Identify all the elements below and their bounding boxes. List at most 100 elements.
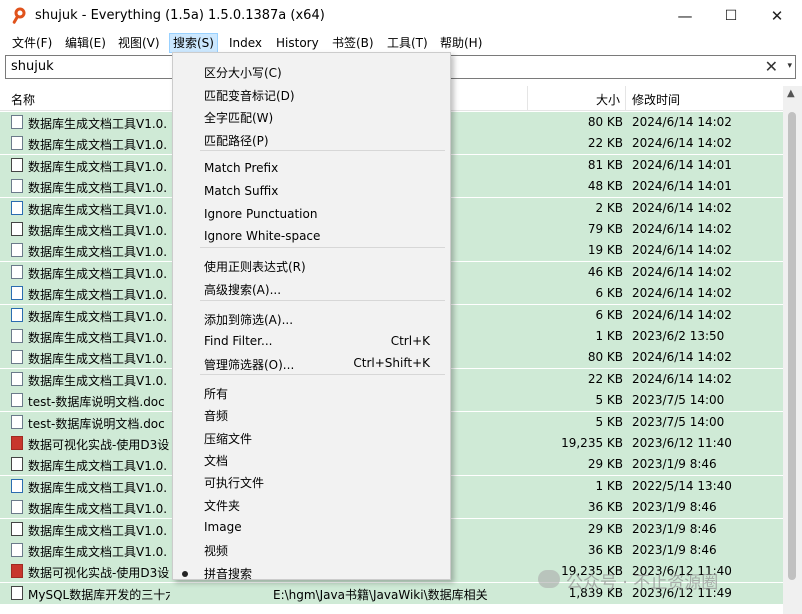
file-date: 2023/7/5 14:00	[632, 393, 725, 408]
file-size: 5 KB	[595, 393, 623, 408]
file-date: 2022/5/14 13:40	[632, 478, 732, 493]
search-menu-item[interactable]: 可执行文件	[204, 474, 264, 491]
menu-edit[interactable]: 编辑(E)	[62, 34, 109, 52]
column-date-header[interactable]: 修改时间	[632, 91, 680, 108]
file-name: 数据库生成文档工具V1.0.	[28, 159, 168, 174]
menu-shortcut: Ctrl+Shift+K	[353, 356, 430, 370]
lnk-file-icon	[11, 200, 23, 215]
search-menu-item[interactable]: 匹配变音标记(D)	[204, 87, 295, 104]
file-name: 数据库生成文档工具V1.0.	[28, 138, 168, 153]
search-menu-item[interactable]: 文件夹	[204, 497, 240, 514]
column-divider[interactable]	[625, 86, 626, 110]
menu-separator	[200, 374, 445, 375]
file-date: 2024/6/14 14:02	[632, 115, 732, 129]
search-history-dropdown-icon[interactable]: ▾	[787, 61, 792, 71]
menu-help[interactable]: 帮助(H)	[437, 34, 485, 52]
close-button[interactable]: ✕	[754, 0, 800, 32]
maximize-button[interactable]: ☐	[708, 0, 754, 32]
search-menu-item[interactable]: 视频	[204, 542, 228, 559]
search-menu-item[interactable]: 所有	[204, 385, 228, 402]
menu-shortcut: Ctrl+K	[390, 334, 430, 348]
menu-tools[interactable]: 工具(T)	[384, 34, 431, 52]
search-menu-item[interactable]: 全字匹配(W)	[204, 109, 273, 126]
exe-file-icon	[11, 521, 23, 536]
doc-file-icon	[11, 329, 23, 343]
search-menu-item[interactable]: 文档	[204, 452, 228, 469]
search-menu-item[interactable]: 区分大小写(C)	[204, 64, 282, 81]
column-name-header[interactable]: 名称	[11, 91, 35, 108]
file-name: 数据库生成文档工具V1.0.	[28, 202, 168, 217]
file-name: 数据库生成文档工具V1.0.	[28, 331, 168, 345]
file-name: 数据库生成文档工具V1.0.	[28, 181, 168, 196]
search-menu-item[interactable]: Match Suffix	[204, 184, 278, 198]
search-menu-item[interactable]: Ignore Punctuation	[204, 207, 317, 221]
search-menu-item[interactable]: 拼音搜索	[204, 565, 252, 582]
lnk-file-icon	[11, 478, 23, 493]
search-menu-item[interactable]: 音频	[204, 407, 228, 424]
file-path: E:\hgm\Java书籍\JavaWiki\数据库相关	[273, 587, 488, 602]
scroll-up-icon[interactable]: ▲	[787, 88, 795, 99]
search-menu-item[interactable]: 高级搜索(A)...	[204, 281, 281, 298]
file-date: 2023/1/9 8:46	[632, 521, 717, 536]
scrollbar-thumb[interactable]	[788, 112, 796, 580]
search-menu-item[interactable]: 压缩文件	[204, 430, 252, 447]
file-name: 数据库生成文档工具V1.0.	[28, 480, 168, 495]
file-date: 2024/6/14 14:02	[632, 200, 732, 215]
file-date: 2024/6/14 14:02	[632, 350, 732, 365]
doc-file-icon	[11, 543, 23, 557]
column-divider[interactable]	[527, 86, 528, 110]
title-bar: shujuk - Everything (1.5a) 1.5.0.1387a (…	[0, 0, 802, 32]
file-date: 2024/6/14 14:02	[632, 286, 732, 301]
doc-file-icon	[11, 414, 23, 429]
doc-file-icon	[11, 500, 23, 515]
file-date: 2024/6/14 14:02	[632, 136, 732, 151]
file-size: 46 KB	[587, 264, 623, 279]
file-name: 数据可视化实战-使用D3设	[28, 566, 170, 581]
menu-view[interactable]: 视图(V)	[115, 34, 163, 52]
menu-file[interactable]: 文件(F)	[9, 34, 55, 52]
minimize-button[interactable]: —	[662, 0, 708, 32]
doc-file-icon	[11, 350, 23, 365]
search-menu-item[interactable]: Match Prefix	[204, 161, 278, 175]
file-size: 22 KB	[587, 371, 623, 386]
file-date: 2023/6/2 13:50	[632, 329, 725, 343]
file-size: 1 KB	[595, 478, 623, 493]
file-size: 81 KB	[587, 157, 623, 172]
file-size: 29 KB	[587, 457, 623, 472]
file-name: 数据库生成文档工具V1.0.	[28, 288, 168, 303]
exe-file-icon	[11, 457, 23, 472]
search-menu-item[interactable]: 匹配路径(P)	[204, 132, 269, 149]
menu-index[interactable]: Index	[226, 34, 265, 52]
clear-search-icon[interactable]: ✕	[765, 57, 778, 76]
vertical-scrollbar[interactable]: ▲	[783, 86, 802, 614]
search-menu-item[interactable]: Image	[204, 520, 242, 534]
search-menu-dropdown: 区分大小写(C) 匹配变音标记(D) 全字匹配(W) 匹配路径(P) Match Pre…	[172, 52, 451, 582]
file-size: 1 KB	[595, 329, 623, 343]
file-date: 2024/6/14 14:01	[632, 157, 732, 172]
file-name: MySQL数据库开发的三十六条军规-石展...	[28, 587, 170, 602]
menu-bookmarks[interactable]: 书签(B)	[329, 34, 377, 52]
file-name: 数据库生成文档工具V1.0.	[28, 224, 168, 238]
exe-file-icon	[11, 157, 23, 172]
file-name: 数据库生成文档工具V1.0.	[28, 117, 168, 131]
file-date: 2024/6/14 14:02	[632, 222, 732, 236]
file-name: 数据库生成文档工具V1.0.	[28, 309, 168, 324]
doc-file-icon	[11, 264, 23, 279]
menu-search[interactable]: 搜索(S)	[169, 33, 218, 53]
file-size: 22 KB	[587, 136, 623, 151]
doc-file-icon	[11, 115, 23, 129]
doc-file-icon	[11, 179, 23, 194]
search-menu-item[interactable]: 使用正则表达式(R)	[204, 258, 306, 275]
search-menu-item[interactable]: 添加到筛选(A)...	[204, 311, 293, 328]
doc-file-icon	[11, 136, 23, 151]
search-menu-item[interactable]: Ignore White-space	[204, 229, 320, 243]
menu-history[interactable]: History	[273, 34, 322, 52]
column-size-header[interactable]: 大小	[570, 91, 620, 108]
search-menu-item[interactable]: Find Filter...	[204, 334, 272, 348]
menu-separator	[200, 300, 445, 301]
everything-app-icon	[12, 7, 26, 24]
search-input-value: shujuk	[11, 59, 54, 74]
file-name: 数据库生成文档工具V1.0.	[28, 502, 168, 517]
file-size: 36 KB	[587, 500, 623, 515]
search-menu-item[interactable]: 管理筛选器(O)...	[204, 356, 294, 373]
